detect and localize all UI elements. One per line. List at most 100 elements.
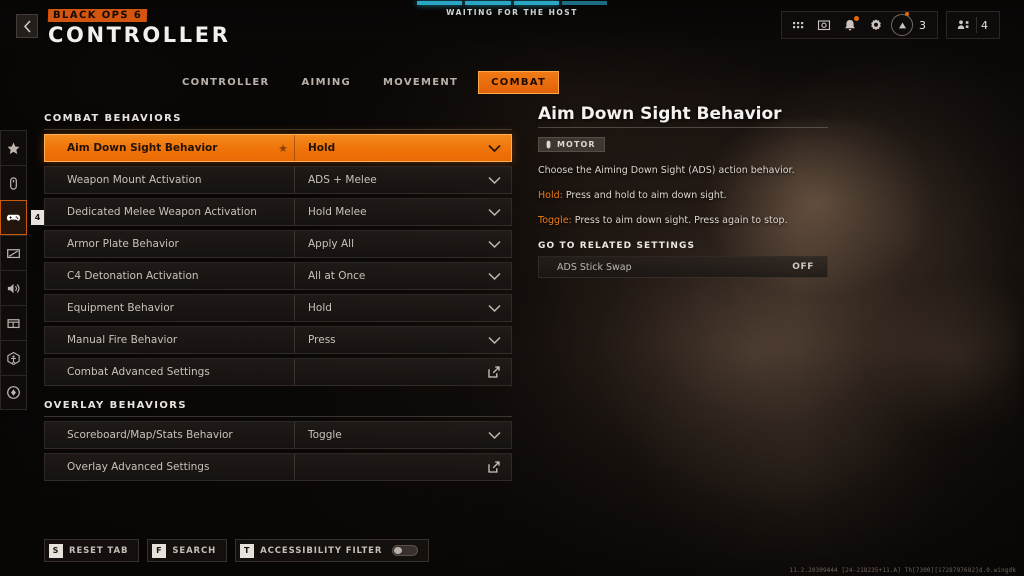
accessibility-filter-toggle[interactable]	[392, 545, 419, 556]
toggle-knob	[394, 547, 403, 554]
search-button[interactable]: F SEARCH	[147, 539, 228, 562]
setting-value: Press	[308, 334, 336, 346]
setting-value: Toggle	[308, 429, 342, 441]
chevron-down-icon	[487, 431, 501, 439]
speaker-icon	[7, 283, 20, 293]
sidebar-item-mouse-keyboard[interactable]	[0, 165, 27, 200]
dropdown-button[interactable]	[477, 176, 511, 185]
section-header-overlay: OVERLAY BEHAVIORS	[44, 400, 512, 417]
option-text: Press to aim down sight. Press again to …	[571, 215, 788, 226]
setting-value: Hold	[308, 302, 332, 314]
top-bar: BLACK OPS 6 CONTROLLER WAITING FOR THE H…	[0, 0, 1024, 52]
dropdown-button[interactable]	[477, 431, 511, 440]
dropdown-button[interactable]	[477, 240, 511, 249]
related-setting-ads-stick-swap[interactable]: ADS Stick Swap OFF	[538, 256, 828, 278]
account-icon	[7, 386, 20, 399]
player-avatar	[891, 12, 913, 36]
setting-label: Equipment Behavior	[67, 302, 174, 314]
host-status-label: WAITING FOR THE HOST	[446, 8, 578, 17]
related-setting-label: ADS Stick Swap	[557, 261, 632, 273]
setting-row-equipment-behavior[interactable]: Equipment Behavior Hold	[44, 294, 512, 322]
tab-movement[interactable]: MOVEMENT	[371, 72, 470, 93]
top-right-toolbar: 3 4	[781, 11, 1000, 39]
player-status-button[interactable]	[889, 12, 915, 38]
party-count: 4	[981, 18, 988, 32]
back-button[interactable]	[16, 14, 38, 38]
reset-tab-button[interactable]: S RESET TAB	[44, 539, 140, 562]
title-block: BLACK OPS 6 CONTROLLER	[47, 5, 231, 47]
tab-bar: CONTROLLER AIMING MOVEMENT COMBAT	[170, 71, 560, 94]
option-name: Hold:	[538, 190, 563, 201]
accessibility-filter-button[interactable]: T ACCESSIBILITY FILTER	[235, 539, 430, 562]
favorite-star-icon[interactable]: ★	[272, 142, 294, 155]
setting-row-c4-detonation-activation[interactable]: C4 Detonation Activation All at Once	[44, 262, 512, 290]
setting-row-weapon-mount-activation[interactable]: Weapon Mount Activation ADS + Melee	[44, 166, 512, 194]
dropdown-button[interactable]	[477, 304, 511, 313]
accessibility-filter-label: ACCESSIBILITY FILTER	[260, 545, 383, 556]
related-settings-header: GO TO RELATED SETTINGS	[538, 241, 696, 251]
chevron-down-icon	[487, 176, 501, 184]
sidebar-item-interface[interactable]	[0, 305, 27, 340]
dropdown-button[interactable]	[477, 144, 511, 153]
setting-row-overlay-advanced-settings[interactable]: Overlay Advanced Settings	[44, 453, 512, 481]
setting-label: Manual Fire Behavior	[67, 334, 178, 346]
motor-badge: MOTOR	[538, 137, 605, 152]
setting-label: Overlay Advanced Settings	[67, 461, 210, 473]
accessibility-icon	[7, 351, 20, 365]
setting-value: All at Once	[308, 270, 366, 282]
setting-row-aim-down-sight-behavior[interactable]: Aim Down Sight Behavior ★ Hold	[44, 134, 512, 162]
dropdown-button[interactable]	[477, 208, 511, 217]
detail-option-toggle: Toggle: Press to aim down sight. Press a…	[538, 214, 828, 228]
mouse-icon	[10, 176, 17, 190]
open-submenu-button[interactable]	[477, 461, 511, 473]
setting-row-dedicated-melee-weapon-activation[interactable]: Dedicated Melee Weapon Activation Hold M…	[44, 198, 512, 226]
chevron-down-icon	[487, 304, 501, 312]
search-label: SEARCH	[172, 545, 217, 556]
tab-combat[interactable]: COMBAT	[478, 71, 560, 94]
key-hint-t: T	[240, 543, 255, 558]
notification-dot	[854, 16, 859, 21]
gear-icon	[871, 19, 881, 31]
setting-row-armor-plate-behavior[interactable]: Armor Plate Behavior Apply All	[44, 230, 512, 258]
settings-button[interactable]	[863, 12, 889, 38]
tab-aiming[interactable]: AIMING	[290, 72, 364, 93]
open-submenu-button[interactable]	[477, 366, 511, 378]
setting-label: Combat Advanced Settings	[67, 366, 210, 378]
sidebar-item-audio[interactable]	[0, 270, 27, 305]
sidebar-item-graphics[interactable]	[0, 235, 27, 270]
sidebar-item-favorites[interactable]	[0, 130, 27, 165]
sidebar-shortcut-badge: 4	[31, 210, 44, 225]
setting-detail-panel: Aim Down Sight Behavior MOTOR Choose the…	[538, 104, 828, 278]
sidebar-item-controller[interactable]: 4	[0, 200, 44, 235]
setting-value: ADS + Melee	[308, 174, 377, 186]
star-icon	[7, 142, 20, 154]
setting-row-scoreboard-map-stats-behavior[interactable]: Scoreboard/Map/Stats Behavior Toggle	[44, 421, 512, 449]
screenshot-button[interactable]	[811, 12, 837, 38]
gamepad-icon	[6, 214, 21, 221]
sidebar-item-accessibility[interactable]	[0, 340, 27, 375]
party-button[interactable]	[950, 12, 976, 38]
apps-grid-button[interactable]	[785, 12, 811, 38]
dropdown-button[interactable]	[477, 272, 511, 281]
chevron-left-icon	[23, 19, 31, 33]
dropdown-button[interactable]	[477, 336, 511, 345]
related-setting-value: OFF	[792, 262, 814, 272]
notifications-button[interactable]	[837, 12, 863, 38]
motor-accessibility-icon	[546, 140, 551, 149]
setting-label: Aim Down Sight Behavior	[67, 142, 218, 154]
category-sidebar: 4	[0, 130, 44, 410]
game-settings-screen: BLACK OPS 6 CONTROLLER WAITING FOR THE H…	[0, 0, 1024, 576]
setting-row-combat-advanced-settings[interactable]: Combat Advanced Settings	[44, 358, 512, 386]
page-title: CONTROLLER	[48, 23, 231, 47]
game-logo: BLACK OPS 6	[47, 9, 148, 22]
setting-label: Dedicated Melee Weapon Activation	[67, 206, 257, 218]
setting-row-manual-fire-behavior[interactable]: Manual Fire Behavior Press	[44, 326, 512, 354]
sidebar-item-account[interactable]	[0, 375, 27, 410]
detail-option-hold: Hold: Press and hold to aim down sight.	[538, 189, 828, 203]
external-link-icon	[488, 366, 500, 378]
apps-grid-icon	[793, 22, 804, 29]
party-icon-group: 4	[946, 11, 1000, 39]
key-hint-s: S	[49, 543, 63, 558]
interface-icon	[7, 318, 20, 328]
tab-controller[interactable]: CONTROLLER	[170, 72, 282, 93]
